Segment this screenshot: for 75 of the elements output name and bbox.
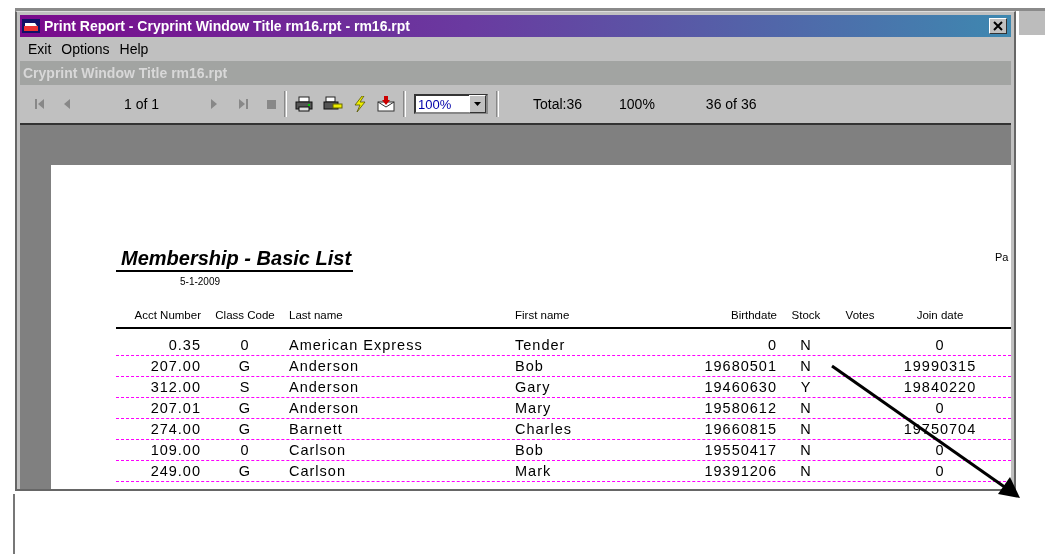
table-cell-text: G [237,358,253,374]
table-cell-text: Mark [515,463,553,479]
table-cell-text: 19660815 [703,421,777,437]
table-cell-text: 19990315 [902,358,978,374]
table-cell-text: Gary [515,379,552,395]
lightning-icon[interactable] [353,96,367,112]
column-header: Last name [289,309,344,321]
table-cell-text: N [799,421,813,437]
column-header: Stock [790,309,822,321]
column-header: Votes [844,309,876,321]
table-cell-text: 0 [934,442,946,458]
column-header: Class Code [214,309,276,321]
menu-item[interactable]: Options [61,41,110,57]
table-cell-text: 19680501 [703,358,777,374]
table-cell-text: 0 [239,442,251,458]
table-cell-text: G [237,400,253,416]
zoom-dropdown[interactable]: 100% [414,94,488,114]
menu-item[interactable]: Help [119,41,149,57]
column-header: Acct Number [133,309,201,321]
table-cell-text: 249.00 [149,463,201,479]
table-cell-text: Anderson [289,379,361,395]
table-cell-text: Anderson [289,358,361,374]
table-cell-text: 19840220 [902,379,978,395]
table-cell-text: N [799,442,813,458]
table-cell-text: N [799,400,813,416]
table-cell-text: Barnett [289,421,344,437]
table-cell-text: G [237,463,253,479]
report-title: Membership - Basic List [116,247,354,272]
table-cell-text: 19460630 [703,379,777,395]
table-cell-text: Carlson [289,442,347,458]
table-cell-text: Carlson [289,463,347,479]
table-cell-text: Bob [515,442,545,458]
window-title: Print Report - Cryprint Window Title rm16.rpt - rm16.rpt [44,18,411,34]
report-date: 5-1-2009 [180,276,222,287]
table-cell-text: G [237,421,253,437]
column-header: Join date [915,309,965,321]
table-cell-text: 19391206 [703,463,777,479]
table-cell-text: 19580612 [703,400,777,416]
table-cell-text: 0 [934,400,946,416]
table-cell-text: 0.35 [167,337,201,353]
table-cell-text: Anderson [289,400,361,416]
table-cell-text: 0 [934,463,946,479]
table-cell-text: 312.00 [149,379,201,395]
printer-icon [22,19,40,33]
table-cell-text: Mary [515,400,553,416]
page-label: Pa [995,251,1009,263]
printer-icon[interactable] [295,96,313,112]
table-cell-text: 19550417 [703,442,777,458]
column-header: Birthdate [729,309,777,321]
table-cell-text: S [238,379,252,395]
table-cell-text: Tender [515,337,567,353]
table-cell-text: 109.00 [149,442,201,458]
table-cell-text: 0 [239,337,251,353]
close-button[interactable] [989,18,1007,34]
dropdown-arrow-icon [474,102,481,106]
table-cell-text: 207.01 [149,400,201,416]
column-header: First name [515,309,571,321]
table-cell-text: Charles [515,421,573,437]
total-count: Total:36 [533,96,583,112]
table-cell-text: Y [799,379,813,395]
table-cell-text: N [799,463,813,479]
table-cell-text: 0 [766,337,777,353]
table-cell-text: American Express [289,337,424,353]
table-cell-text: 274.00 [149,421,201,437]
export-envelope-icon[interactable] [377,96,395,112]
table-cell-text: Bob [515,358,545,374]
table-cell-text: 0 [934,337,946,353]
table-cell-text: N [799,358,813,374]
table-cell-text: N [799,337,813,353]
zoom-percent: 100% [619,96,655,112]
record-count: 36 of 36 [705,96,757,112]
menu-item[interactable]: Exit [28,41,52,57]
printer-setup-icon[interactable] [323,96,343,112]
table-cell-text: 207.00 [149,358,201,374]
page-indicator: 1 of 1 [124,96,161,112]
